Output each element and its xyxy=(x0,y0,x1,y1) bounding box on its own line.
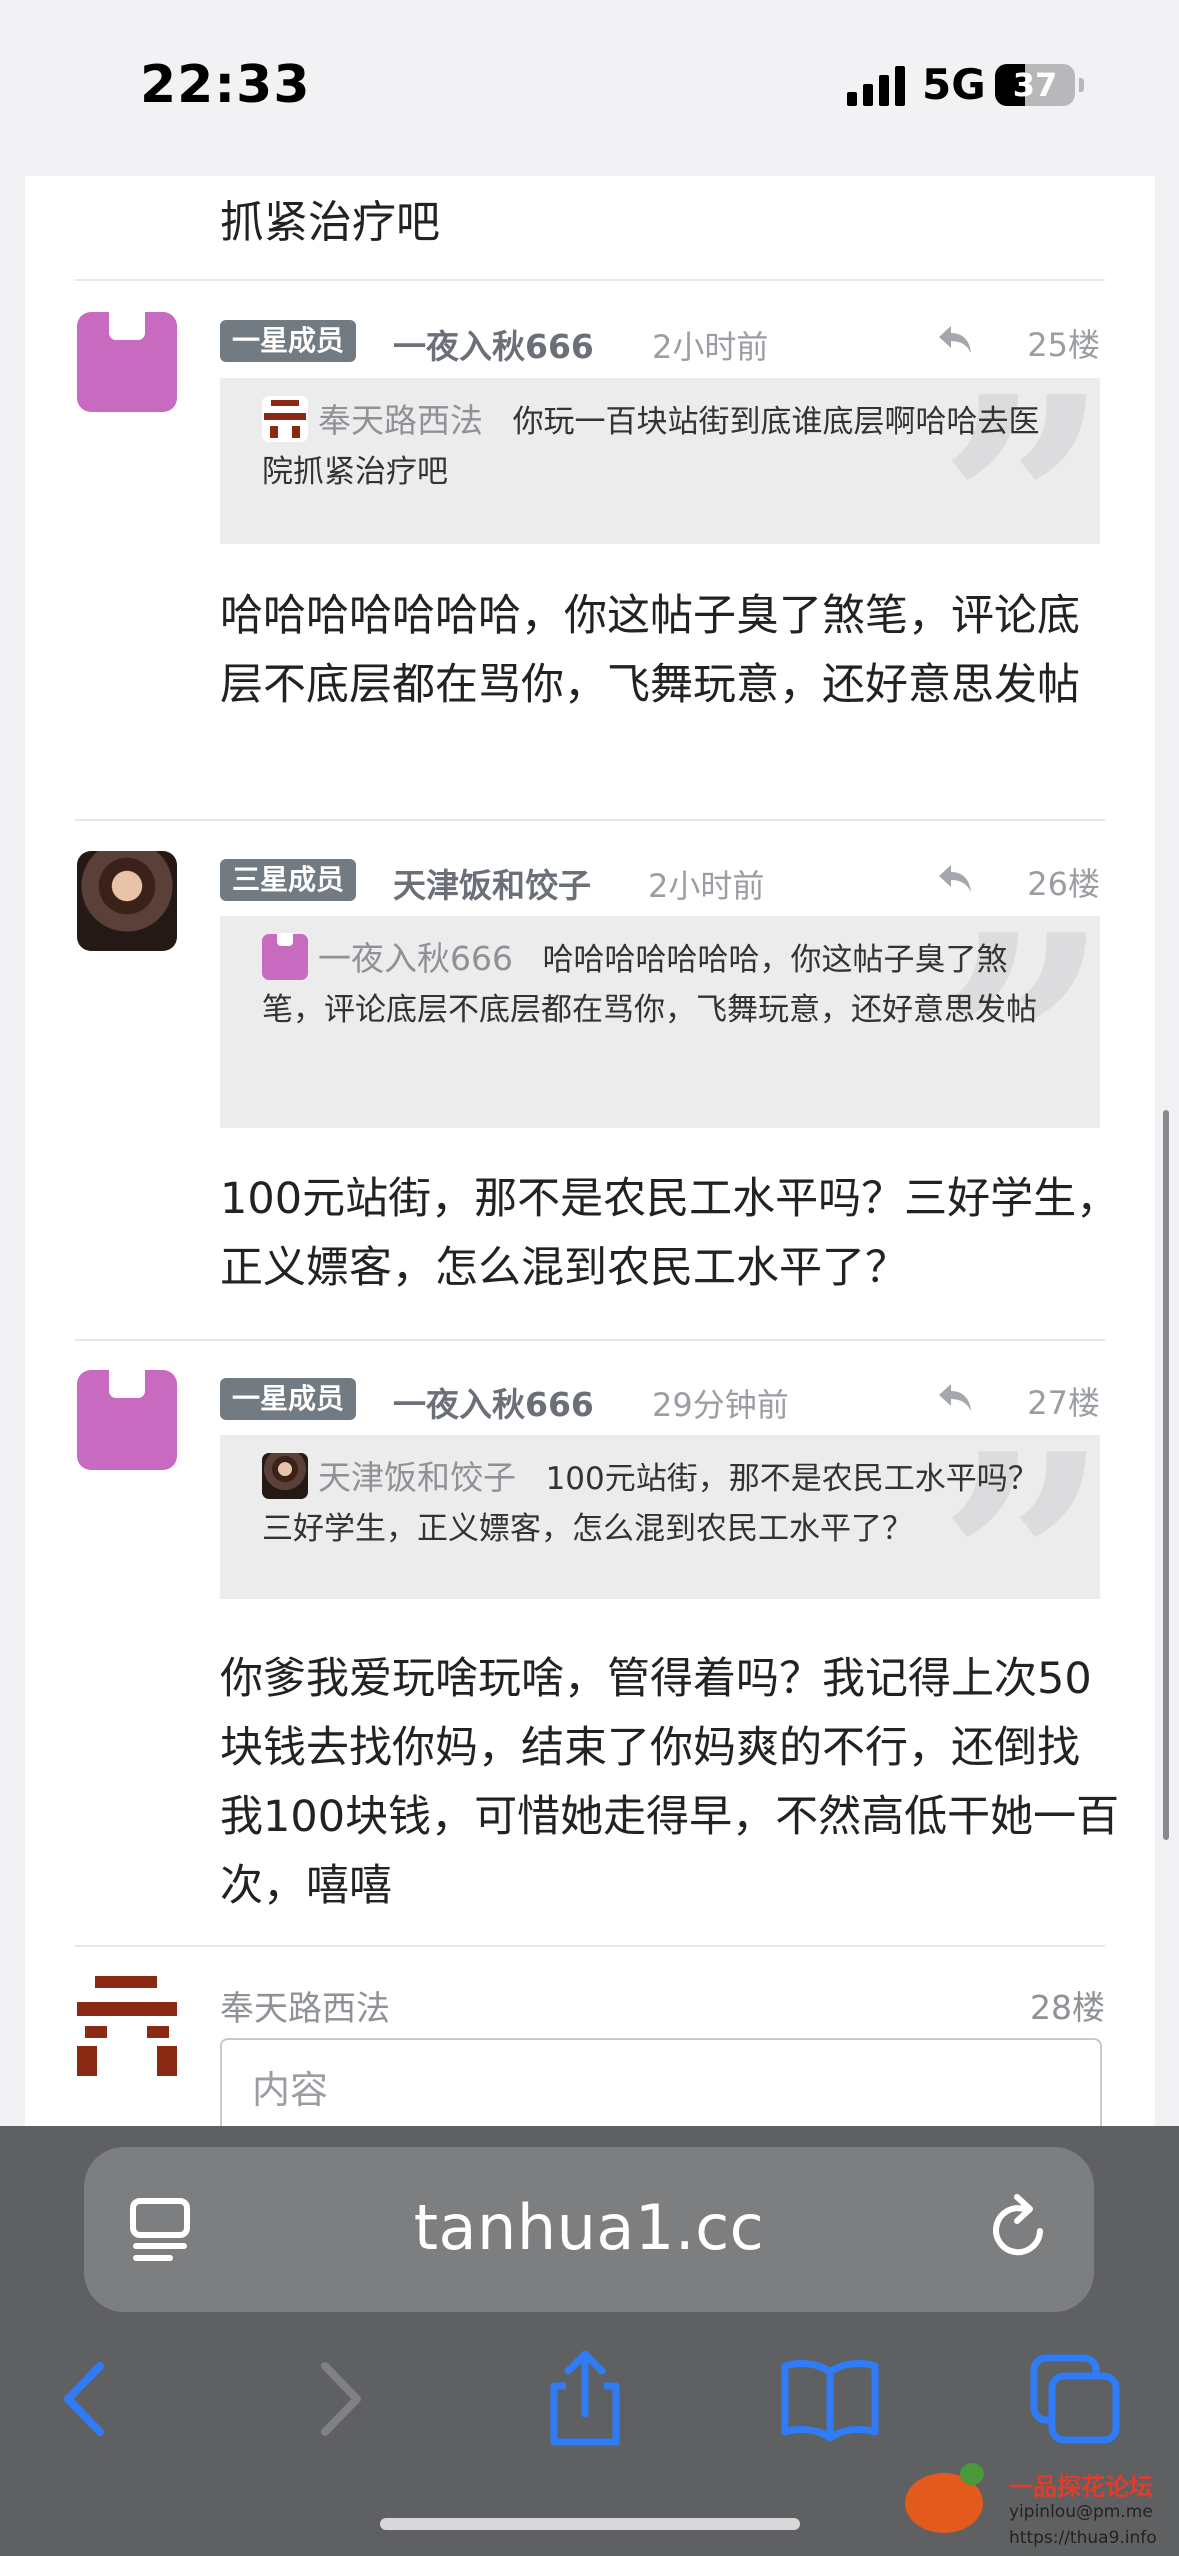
page-scrollbar[interactable] xyxy=(1163,1110,1169,1840)
quote-block: ” 奉天路西法 你玩一百块站街到底谁底层啊哈哈去医院抓紧治疗吧 xyxy=(220,378,1100,544)
watermark: 一品探花论坛 yipinlou@pm.me https://thua9.info xyxy=(905,2463,1175,2555)
status-bar: 22:33 5G 37 xyxy=(0,0,1179,175)
member-badge: 三星成员 xyxy=(220,859,357,901)
previous-post-tail: 抓紧治疗吧 xyxy=(220,197,440,248)
forum-thread-page: 抓紧治疗吧 一星成员 一夜入秋666 2小时前 25楼 ” 奉天路西法 你玩一百… xyxy=(25,176,1155,2142)
username[interactable]: 天津饭和饺子 xyxy=(393,859,591,907)
address-bar[interactable]: tanhua1.cc xyxy=(84,2147,1094,2312)
post-time: 2小时前 xyxy=(652,328,769,366)
reply-icon[interactable] xyxy=(935,320,975,360)
reply-content-input[interactable] xyxy=(222,2040,1100,2140)
cellular-signal-icon xyxy=(847,66,905,106)
home-indicator xyxy=(380,2518,800,2530)
watermark-title: 一品探花论坛 xyxy=(1009,2473,1153,2501)
avatar[interactable] xyxy=(77,310,177,412)
post-meta: 三星成员 天津饭和饺子 2小时前 26楼 xyxy=(220,853,1100,905)
floor-number: 26楼 xyxy=(1027,865,1100,903)
post-body: 你爹我爱玩啥玩啥，管得着吗？我记得上次50块钱去找你妈，结束了你妈爽的不行，还倒… xyxy=(220,1654,1120,1911)
post-body: 哈哈哈哈哈哈哈，你这帖子臭了煞笔，评论底层不底层都在骂你，飞舞玩意，还好意思发帖 xyxy=(220,591,1080,710)
divider xyxy=(75,1339,1105,1341)
member-badge: 一星成员 xyxy=(220,1378,357,1420)
network-type: 5G xyxy=(922,60,986,109)
divider xyxy=(75,279,1105,281)
quote-username: 奉天路西法 xyxy=(318,401,483,440)
tabs-icon[interactable] xyxy=(1020,2344,1130,2454)
avatar[interactable] xyxy=(77,1368,177,1470)
watermark-site: https://thua9.info xyxy=(1009,2528,1157,2548)
battery-icon: 37 xyxy=(995,64,1084,106)
floor-number: 25楼 xyxy=(1027,326,1100,364)
floor-number: 27楼 xyxy=(1027,1384,1100,1422)
quote-username: 一夜入秋666 xyxy=(318,939,513,978)
quote-block: ” 天津饭和饺子 100元站街，那不是农民工水平吗？三好学生，正义嫖客，怎么混到… xyxy=(220,1435,1100,1599)
watermark-email: yipinlou@pm.me xyxy=(1009,2502,1153,2522)
post-meta: 一星成员 一夜入秋666 29分钟前 27楼 xyxy=(220,1372,1100,1424)
composer-floor: 28楼 xyxy=(1030,1988,1105,2027)
forward-icon[interactable] xyxy=(285,2344,395,2454)
back-icon[interactable] xyxy=(30,2344,140,2454)
member-badge: 一星成员 xyxy=(220,320,357,362)
post-meta: 一星成员 一夜入秋666 2小时前 25楼 xyxy=(220,314,1100,366)
reply-icon[interactable] xyxy=(935,1378,975,1418)
quote-avatar xyxy=(262,1453,308,1499)
composer-username: 奉天路西法 xyxy=(220,1989,390,2029)
username[interactable]: 一夜入秋666 xyxy=(393,1378,594,1426)
share-icon[interactable] xyxy=(530,2344,640,2454)
post-time: 29分钟前 xyxy=(652,1386,789,1424)
divider xyxy=(75,1945,1105,1947)
url-text: tanhua1.cc xyxy=(413,2191,765,2264)
quote-username: 天津饭和饺子 xyxy=(318,1458,516,1497)
post-time: 2小时前 xyxy=(648,867,765,905)
clock: 22:33 xyxy=(140,55,311,115)
quote-block: ” 一夜入秋666 哈哈哈哈哈哈哈，你这帖子臭了煞笔，评论底层不底层都在骂你，飞… xyxy=(220,916,1100,1128)
post-body: 100元站街，那不是农民工水平吗？三好学生，正义嫖客，怎么混到农民工水平了？ xyxy=(220,1174,1120,1293)
watermark-logo-icon xyxy=(905,2463,984,2533)
avatar[interactable] xyxy=(77,851,177,951)
bookmarks-icon[interactable] xyxy=(775,2344,885,2454)
reply-icon[interactable] xyxy=(935,859,975,899)
my-avatar[interactable] xyxy=(77,1976,177,2076)
divider xyxy=(75,819,1105,821)
battery-percent: 37 xyxy=(1012,66,1058,104)
reload-icon[interactable] xyxy=(984,2191,1054,2266)
username[interactable]: 一夜入秋666 xyxy=(393,320,594,368)
quote-avatar xyxy=(262,396,308,442)
quote-avatar xyxy=(262,933,308,980)
